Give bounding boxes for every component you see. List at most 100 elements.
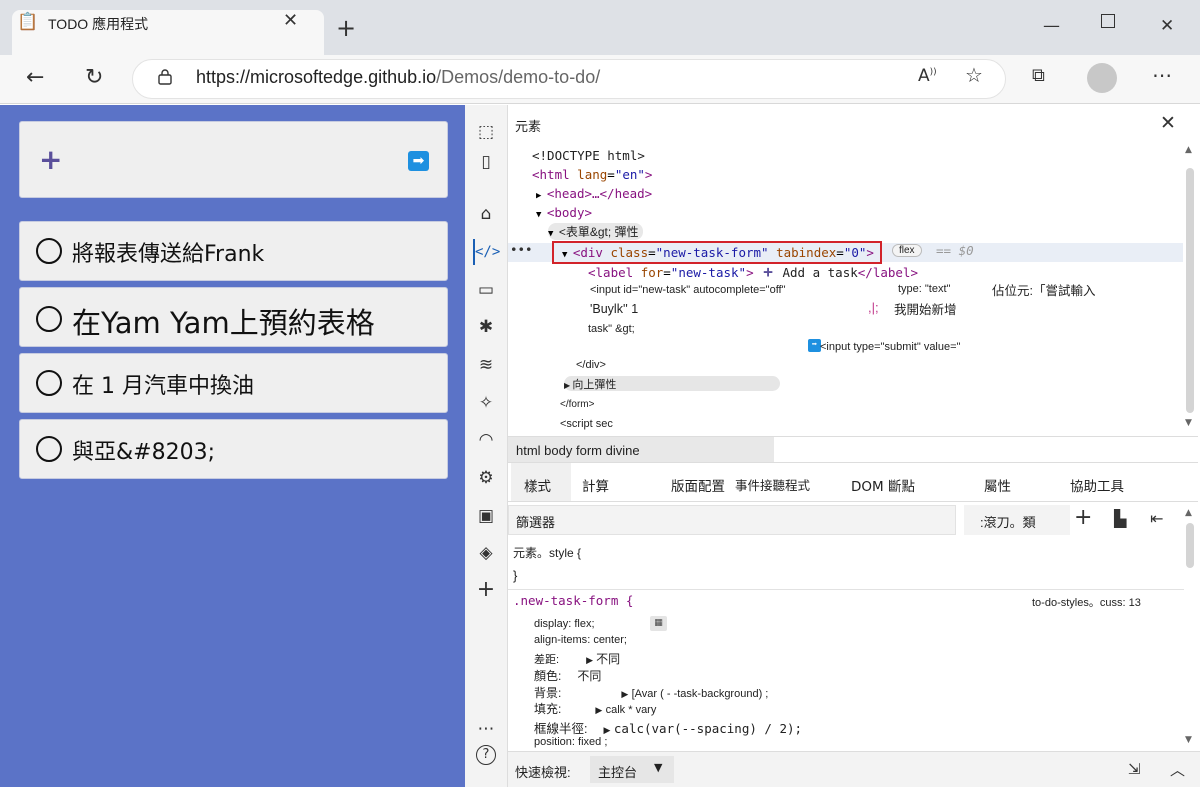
dom-input-line[interactable]: <input id="new-task" autocomplete="off": [590, 284, 786, 296]
rule-divider: [508, 589, 1184, 590]
more-menu-icon[interactable]: ⋯: [1152, 63, 1172, 87]
network-wifi-icon[interactable]: ≋: [473, 352, 499, 378]
device-emulation-icon[interactable]: ▯: [473, 149, 499, 175]
paint-brush-icon[interactable]: ▙: [1114, 509, 1126, 528]
tab-styles[interactable]: 樣式: [524, 475, 551, 495]
prop-background[interactable]: 背景: ▶ [Avar ( - -task-background) ;: [534, 684, 768, 701]
dom-up-popup[interactable]: ▶ 向上彈性: [564, 376, 616, 392]
todo-page: + ➡ 將報表傳送給Frank 在Yam Yam上預約表格 在 1 月汽車中換油…: [0, 105, 465, 787]
rule-selector[interactable]: .new-task-form {: [513, 593, 633, 608]
tab-close-icon[interactable]: ✕: [283, 10, 298, 31]
more-options-icon[interactable]: ⋯: [473, 716, 499, 742]
task-item[interactable]: 在Yam Yam上預約表格: [19, 287, 448, 347]
more-tools-plus-icon[interactable]: +: [473, 577, 499, 603]
prop-padding[interactable]: 填充: ▶ calk * vary: [534, 700, 656, 717]
html-lang-val: "en": [614, 167, 645, 182]
memory-chip-icon[interactable]: ⚙: [473, 465, 499, 491]
chevron-up-icon[interactable]: ︿: [1170, 759, 1185, 780]
dom-buylk: 'Buylk'' 1: [590, 302, 639, 316]
prop-name: 背景:: [534, 686, 562, 700]
favorite-add-icon[interactable]: ☆: [965, 63, 983, 87]
scroll-down-icon[interactable]: ▼: [1185, 735, 1192, 745]
welcome-home-icon[interactable]: ⌂: [473, 201, 499, 227]
refresh-icon[interactable]: ↻: [85, 65, 103, 90]
task-checkbox-icon[interactable]: [36, 238, 62, 264]
element-style-rule[interactable]: 元素。style {: [513, 544, 581, 561]
devtools-activity-bar: ⬚ ▯ ⌂ </> ▭ ✱ ≋ ✧ ◠ ⚙ ▣ ◈ + ⋯ ?: [465, 105, 508, 787]
performance-gauge-icon[interactable]: ◠: [473, 427, 499, 453]
dom-script[interactable]: <script sec: [560, 418, 613, 430]
prop-gap[interactable]: 差距: ▶ 不同: [534, 650, 620, 667]
prop-color[interactable]: 顏色: 不同: [534, 667, 601, 684]
submit-arrow-icon[interactable]: ➡: [408, 151, 429, 171]
chevron-down-icon[interactable]: ▼: [654, 761, 662, 774]
tab-computed[interactable]: 計算: [582, 475, 609, 495]
task-checkbox-icon[interactable]: [36, 306, 62, 332]
window-close-icon[interactable]: ✕: [1160, 16, 1174, 36]
new-tab-icon[interactable]: +: [336, 16, 356, 40]
task-item[interactable]: 在 1 月汽車中換油: [19, 353, 448, 413]
tab-accessibility[interactable]: 協助工具: [1070, 475, 1124, 495]
prop-align-items[interactable]: align-items: center;: [534, 634, 627, 646]
breadcrumb-path[interactable]: html body form divine: [516, 443, 640, 458]
tab-properties[interactable]: 屬性: [984, 475, 1011, 495]
dom-scrollbar[interactable]: [1186, 168, 1194, 413]
avatar[interactable]: [1087, 63, 1117, 93]
tab-title: TODO 應用程式: [48, 16, 149, 32]
dom-head[interactable]: ▶ <head>…</head>: [536, 186, 652, 201]
flex-badge[interactable]: flex: [892, 244, 922, 257]
task-item[interactable]: 與亞&#8203;: [19, 419, 448, 479]
dom-body[interactable]: ▼ <body>: [536, 205, 592, 220]
maximize-icon[interactable]: [1101, 14, 1115, 28]
label-for-attr: for: [640, 265, 664, 280]
styles-tab-bar: 樣式 計算 版面配置 事件接聽程式 DOM 斷點 屬性 協助工具: [508, 462, 1198, 502]
tab-event-listeners[interactable]: 事件接聽程式: [735, 475, 810, 494]
lightbulb-icon[interactable]: ✧: [473, 390, 499, 416]
tab-dom-breakpoints[interactable]: DOM 斷點: [851, 475, 915, 495]
rule-source-link[interactable]: to-do-styles。cuss: 13: [1032, 594, 1141, 610]
application-window-icon[interactable]: ▣: [473, 503, 499, 529]
dom-html[interactable]: <html lang="en">: [532, 167, 652, 182]
task-item[interactable]: 將報表傳送給Frank: [19, 221, 448, 281]
read-aloud-icon[interactable]: A)): [918, 66, 937, 86]
styles-filter-row: 篩選器 :滾刀。類 + ▙ ⇤: [508, 505, 1184, 535]
scroll-down-icon[interactable]: ▼: [1185, 418, 1192, 428]
devtools-close-icon[interactable]: ✕: [1160, 112, 1176, 134]
dock-side-icon[interactable]: ⇲: [1128, 760, 1141, 778]
scroll-up-icon[interactable]: ▲: [1185, 145, 1192, 155]
inspect-icon[interactable]: ⬚: [473, 119, 499, 145]
task-checkbox-icon[interactable]: [36, 370, 62, 396]
dom-submit-input[interactable]: <input type="submit" value=": [820, 341, 960, 353]
back-arrow-icon[interactable]: ←: [26, 65, 44, 90]
dom-div-new-task-form[interactable]: ▼ <div class="new-task-form" tabindex="0…: [552, 241, 882, 264]
plus-icon[interactable]: +: [39, 146, 62, 174]
new-task-form[interactable]: + ➡: [19, 121, 448, 198]
dom-doctype[interactable]: <!DOCTYPE html>: [532, 148, 645, 163]
styles-scrollbar[interactable]: [1186, 523, 1194, 568]
dom-input-placeholder: 佔位元:「嘗試輸入: [992, 284, 1096, 298]
prop-display[interactable]: display: flex;: [534, 618, 595, 630]
toggle-sidebar-icon[interactable]: ⇤: [1150, 509, 1163, 528]
filter-input[interactable]: [508, 505, 956, 535]
div-class-attr: class: [610, 245, 649, 260]
dom-row-dots-icon[interactable]: •••: [510, 242, 533, 257]
flexbox-editor-icon[interactable]: ▦: [650, 616, 667, 631]
dom-label[interactable]: <label for="new-task"> + Add a task</lab…: [588, 262, 918, 281]
dom-form-close[interactable]: </form>: [560, 399, 594, 410]
scroll-up-icon[interactable]: ▲: [1185, 508, 1192, 518]
console-icon[interactable]: ▭: [473, 277, 499, 303]
prop-position[interactable]: position: fixed ;: [534, 736, 607, 748]
tab-layout[interactable]: 版面配置: [671, 475, 725, 495]
dom-form[interactable]: ▼ <表單&gt; 彈性: [548, 223, 643, 240]
css-overview-icon[interactable]: ◈: [473, 540, 499, 566]
task-checkbox-icon[interactable]: [36, 436, 62, 462]
minimize-icon[interactable]: —: [1043, 16, 1060, 36]
collections-icon[interactable]: ⧉: [1032, 65, 1045, 86]
elements-tool-icon[interactable]: </>: [473, 239, 500, 265]
label-tag: <label: [588, 265, 634, 280]
dom-div-close[interactable]: </div>: [576, 359, 606, 371]
bug-icon[interactable]: ✱: [473, 314, 499, 340]
help-icon[interactable]: ?: [476, 745, 496, 765]
prop-border-radius[interactable]: 框線半徑: ▶ calc(var(--spacing) / 2);: [534, 718, 802, 737]
new-style-rule-icon[interactable]: +: [1074, 507, 1092, 529]
